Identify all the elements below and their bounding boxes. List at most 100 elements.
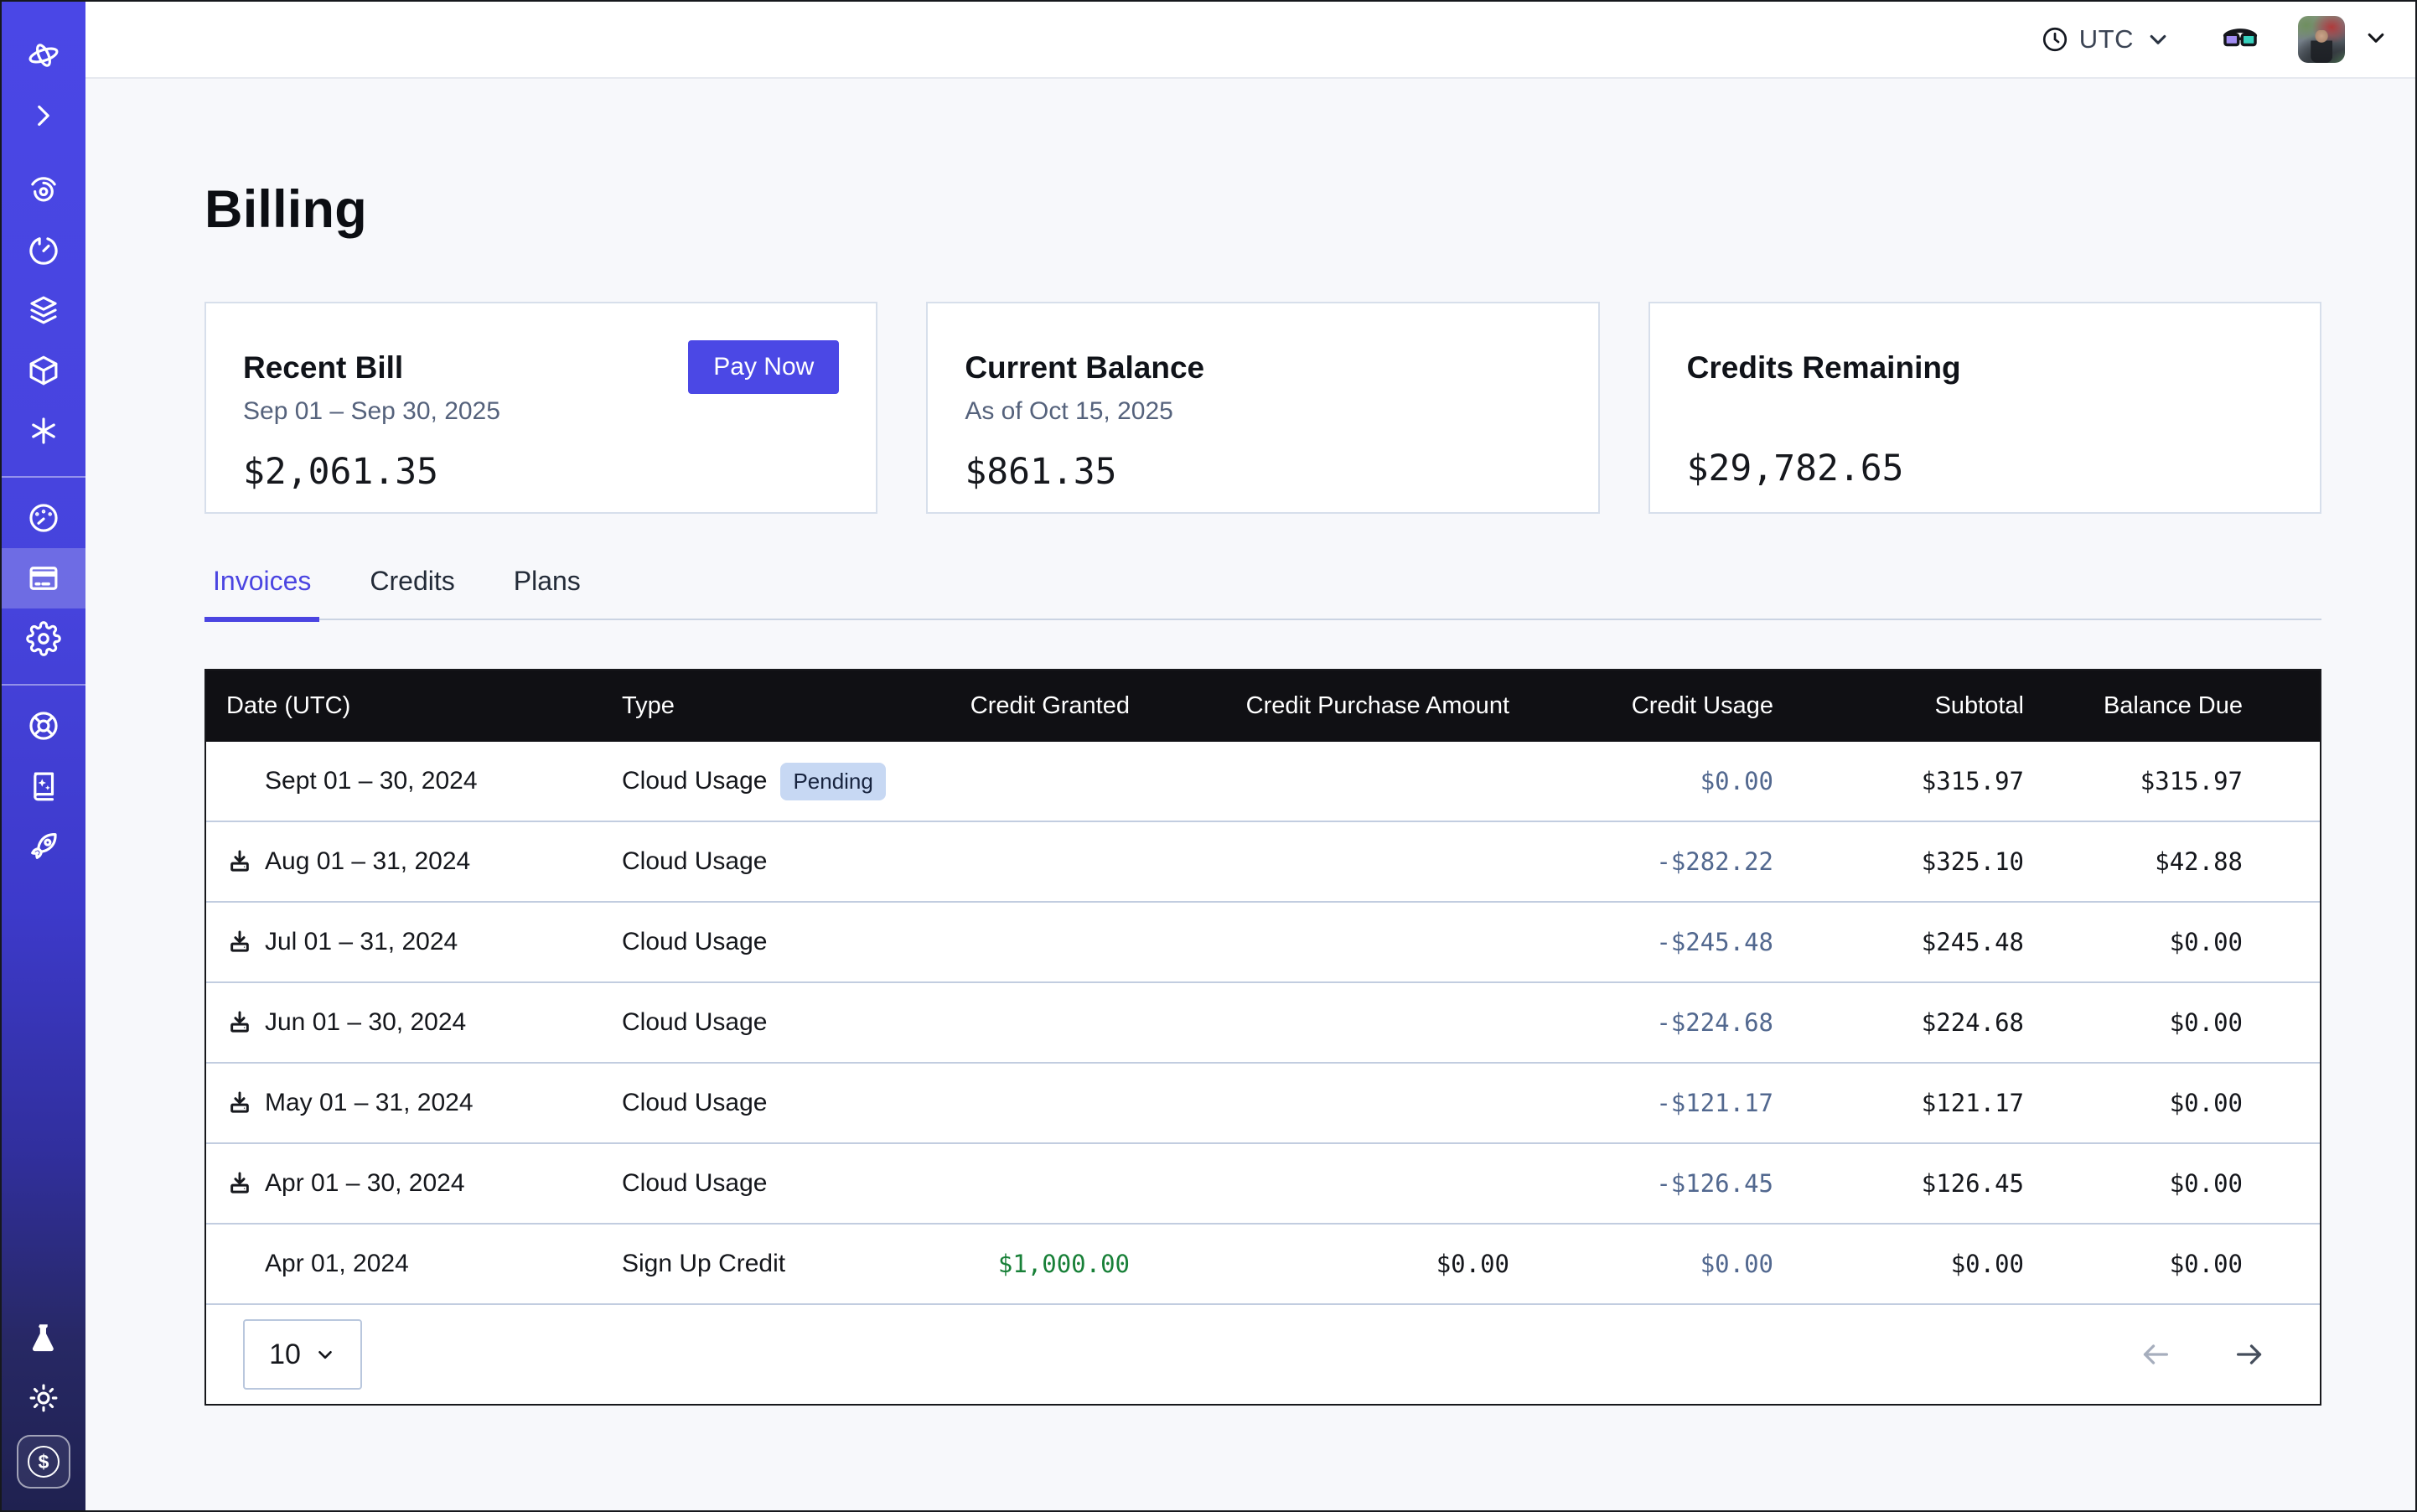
invoice-type: Cloud Usage bbox=[622, 1089, 767, 1117]
subtotal: $325.10 bbox=[1773, 822, 2024, 901]
credit-purchase-amount bbox=[1130, 983, 1509, 1062]
credit-usage: -$224.68 bbox=[1509, 983, 1773, 1062]
arrow-left-icon bbox=[2139, 1338, 2172, 1371]
invoice-date: Jul 01 – 31, 2024 bbox=[265, 928, 458, 956]
user-avatar[interactable] bbox=[2298, 16, 2345, 63]
balance-due: $0.00 bbox=[2024, 1225, 2243, 1303]
subtotal: $224.68 bbox=[1773, 983, 2024, 1062]
credits-remaining-amount: $29,782.65 bbox=[1687, 448, 2283, 489]
next-page-button[interactable] bbox=[2231, 1336, 2268, 1373]
credit-usage: -$282.22 bbox=[1509, 822, 1773, 901]
credits-seal-button[interactable]: $ bbox=[17, 1435, 70, 1489]
asterisk-icon[interactable] bbox=[2, 401, 85, 461]
billing-period: Sep 01 – Sep 30, 2025 bbox=[243, 397, 839, 426]
column-header-credit-granted: Credit Granted bbox=[890, 671, 1130, 742]
book-sparkle-icon[interactable] bbox=[2, 756, 85, 816]
table-row: Jun 01 – 30, 2024 Cloud Usage -$224.68 $… bbox=[206, 983, 2320, 1064]
page-size-select[interactable]: 10 bbox=[243, 1319, 362, 1390]
account-menu-button[interactable] bbox=[2362, 23, 2390, 56]
table-row: Aug 01 – 31, 2024 Cloud Usage -$282.22 $… bbox=[206, 822, 2320, 903]
credit-purchase-amount bbox=[1130, 822, 1509, 901]
chevron-down-icon bbox=[314, 1344, 336, 1365]
invoice-date: Aug 01 – 31, 2024 bbox=[265, 847, 470, 876]
summary-cards: Recent Bill Sep 01 – Sep 30, 2025 $2,061… bbox=[204, 302, 2321, 514]
invoice-date: Jun 01 – 30, 2024 bbox=[265, 1008, 466, 1037]
credit-usage: -$245.48 bbox=[1509, 903, 1773, 981]
sun-icon[interactable] bbox=[2, 1368, 85, 1428]
credit-usage: -$126.45 bbox=[1509, 1144, 1773, 1223]
credit-granted: $1,000.00 bbox=[890, 1225, 1130, 1303]
timezone-selector[interactable]: UTC bbox=[2041, 24, 2172, 54]
credit-granted bbox=[890, 1064, 1130, 1142]
column-header-credit-purchase: Credit Purchase Amount bbox=[1130, 671, 1509, 742]
pay-now-button[interactable]: Pay Now bbox=[688, 340, 839, 394]
download-invoice-button[interactable] bbox=[226, 929, 253, 955]
sidebar-divider bbox=[2, 684, 85, 686]
invoice-date: Apr 01 – 30, 2024 bbox=[265, 1169, 465, 1198]
download-invoice-button[interactable] bbox=[226, 1170, 253, 1197]
dollar-seal-icon: $ bbox=[28, 1446, 60, 1478]
gear-icon[interactable] bbox=[2, 608, 85, 669]
sidebar: $ bbox=[2, 2, 85, 1510]
lifebuoy-icon[interactable] bbox=[2, 696, 85, 756]
page-size-value: 10 bbox=[269, 1339, 301, 1371]
3d-glasses-icon bbox=[2221, 20, 2259, 59]
recent-bill-card: Recent Bill Sep 01 – Sep 30, 2025 $2,061… bbox=[204, 302, 877, 514]
tab-credits[interactable]: Credits bbox=[361, 566, 463, 619]
tab-plans[interactable]: Plans bbox=[505, 566, 589, 619]
chevron-down-icon bbox=[2362, 23, 2390, 52]
subtotal: $126.45 bbox=[1773, 1144, 2024, 1223]
invoice-type: Cloud Usage bbox=[622, 1008, 767, 1037]
table-row: Sept 01 – 30, 2024 Cloud UsagePending $0… bbox=[206, 742, 2320, 822]
column-header-balance-due: Balance Due bbox=[2024, 671, 2243, 742]
balance-due: $0.00 bbox=[2024, 1064, 2243, 1142]
layers-icon[interactable] bbox=[2, 280, 85, 340]
sidebar-item-billing[interactable] bbox=[2, 548, 85, 608]
table-header: Date (UTC) Type Credit Granted Credit Pu… bbox=[206, 671, 2320, 742]
balance-due: $0.00 bbox=[2024, 1144, 2243, 1223]
balance-as-of: As of Oct 15, 2025 bbox=[965, 397, 1560, 426]
flask-icon[interactable] bbox=[2, 1307, 85, 1368]
sidebar-divider bbox=[2, 476, 85, 478]
invoice-type: Cloud Usage bbox=[622, 1169, 767, 1198]
app-window: $ UTC Billing Recent Bill Sep 01 – S bbox=[0, 0, 2417, 1512]
recent-bill-amount: $2,061.35 bbox=[243, 451, 839, 493]
column-header-credit-usage: Credit Usage bbox=[1509, 671, 1773, 742]
logo-orbit-icon[interactable] bbox=[2, 25, 85, 85]
status-badge: Pending bbox=[780, 763, 885, 800]
balance-due: $42.88 bbox=[2024, 822, 2243, 901]
credit-purchase-amount bbox=[1130, 1144, 1509, 1223]
column-header-type: Type bbox=[622, 671, 890, 742]
current-balance-amount: $861.35 bbox=[965, 451, 1560, 493]
column-header-subtotal: Subtotal bbox=[1773, 671, 2024, 742]
page-title: Billing bbox=[204, 179, 2321, 240]
invoice-type: Cloud Usage bbox=[622, 767, 767, 795]
tab-invoices[interactable]: Invoices bbox=[204, 566, 319, 619]
main-content: Billing Recent Bill Sep 01 – Sep 30, 202… bbox=[85, 80, 2415, 1510]
spiral-icon[interactable] bbox=[2, 159, 85, 220]
3d-glasses-button[interactable] bbox=[2221, 20, 2259, 59]
balance-due: $0.00 bbox=[2024, 903, 2243, 981]
invoice-date: Sept 01 – 30, 2024 bbox=[265, 767, 478, 795]
gauge-icon[interactable] bbox=[2, 488, 85, 548]
balance-due: $315.97 bbox=[2024, 742, 2243, 821]
previous-page-button[interactable] bbox=[2137, 1336, 2174, 1373]
download-invoice-button[interactable] bbox=[226, 1009, 253, 1036]
card-title: Current Balance bbox=[965, 350, 1560, 386]
download-invoice-button[interactable] bbox=[226, 1090, 253, 1116]
invoice-date: May 01 – 31, 2024 bbox=[265, 1089, 474, 1117]
credit-granted bbox=[890, 1144, 1130, 1223]
timer-icon[interactable] bbox=[2, 220, 85, 280]
subtotal: $245.48 bbox=[1773, 903, 2024, 981]
topbar: UTC bbox=[85, 2, 2415, 79]
invoice-type: Cloud Usage bbox=[622, 847, 767, 876]
subtotal: $315.97 bbox=[1773, 742, 2024, 821]
download-invoice-button[interactable] bbox=[226, 848, 253, 875]
credit-granted bbox=[890, 822, 1130, 901]
invoice-date: Apr 01, 2024 bbox=[265, 1250, 409, 1278]
cube-icon[interactable] bbox=[2, 340, 85, 401]
chevron-right-icon[interactable] bbox=[2, 85, 85, 146]
rocket-icon[interactable] bbox=[2, 816, 85, 877]
table-row: Jul 01 – 31, 2024 Cloud Usage -$245.48 $… bbox=[206, 903, 2320, 983]
table-row: Apr 01 – 30, 2024 Cloud Usage -$126.45 $… bbox=[206, 1144, 2320, 1225]
